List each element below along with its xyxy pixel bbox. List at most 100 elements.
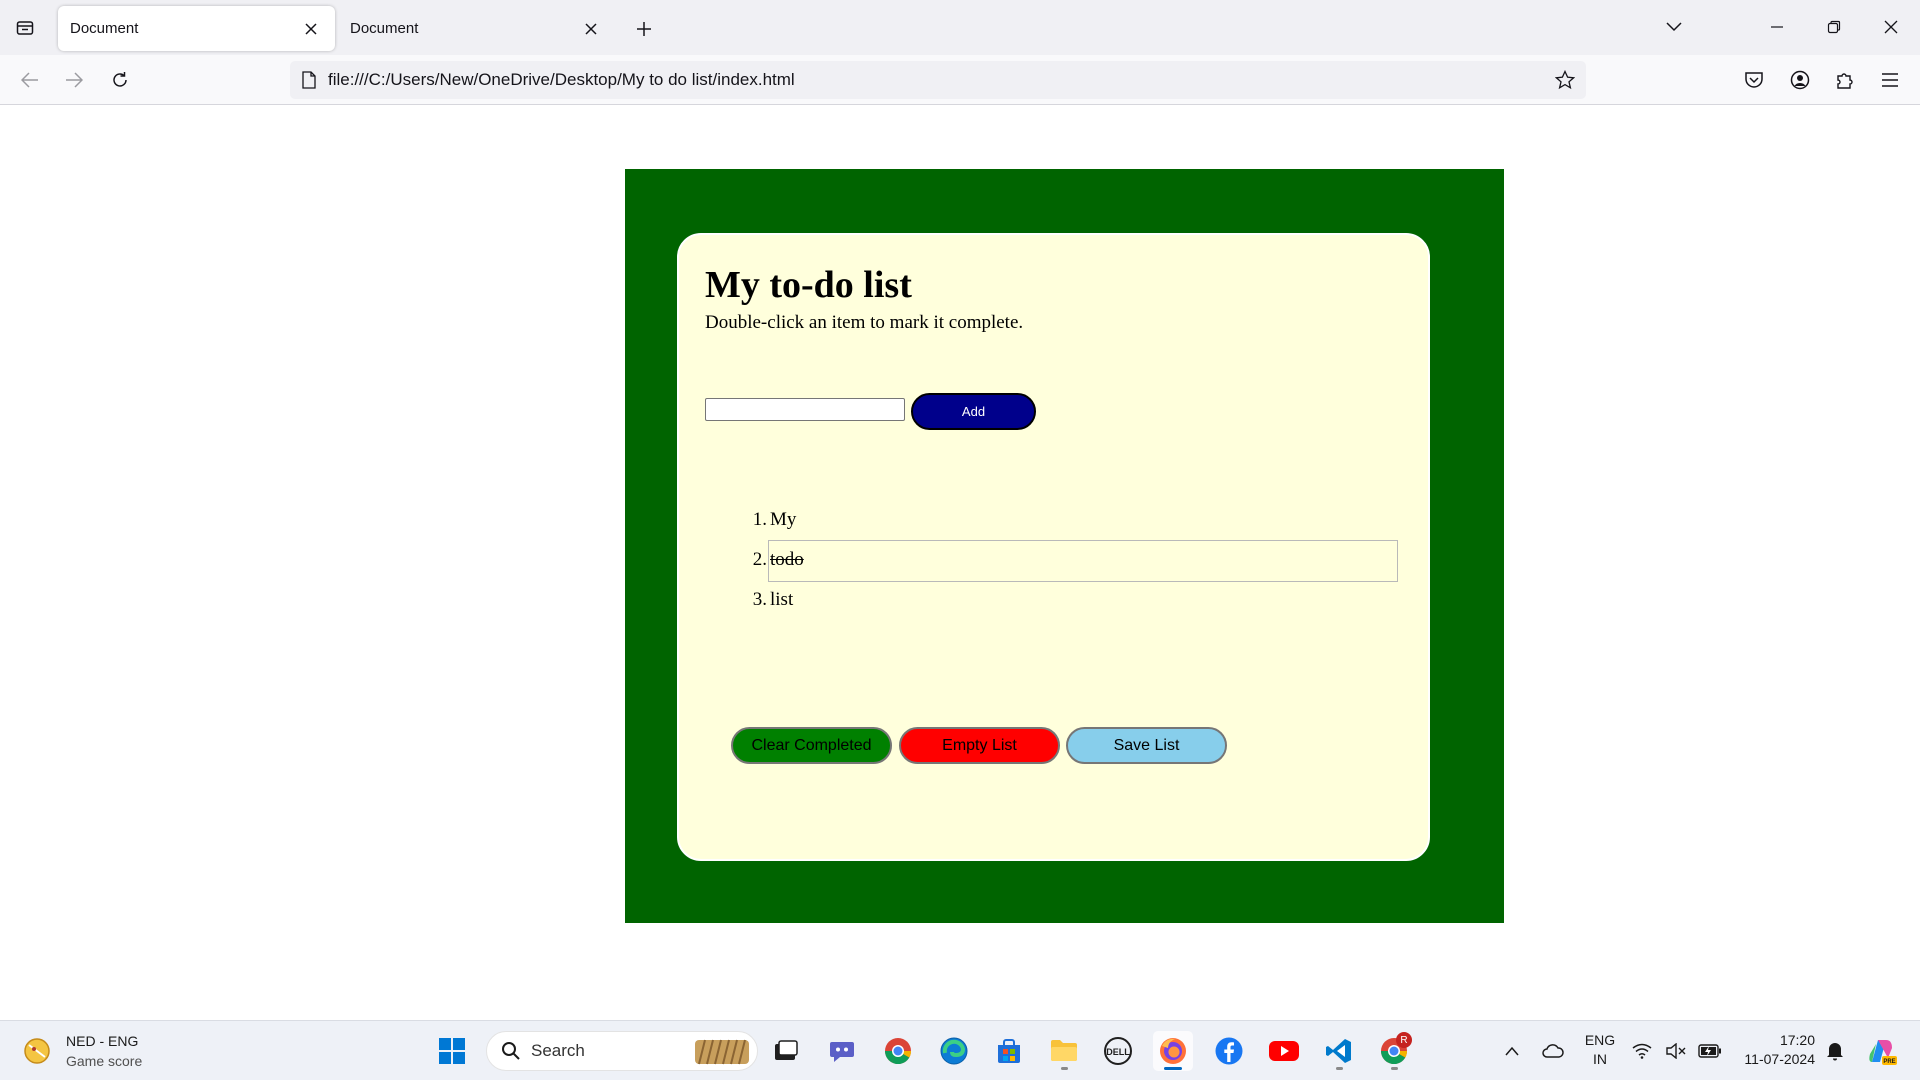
bell-icon [1827, 1043, 1843, 1061]
address-bar[interactable]: file:///C:/Users/New/OneDrive/Desktop/My… [290, 61, 1586, 99]
todo-item[interactable]: 3. list [719, 580, 1389, 620]
copilot-button[interactable]: PRE [1862, 1031, 1902, 1071]
task-view-icon [775, 1040, 798, 1060]
task-view-button[interactable] [766, 1031, 806, 1071]
item-text: My [770, 509, 797, 530]
volume-button[interactable] [1661, 1031, 1691, 1071]
language-code: ENG [1584, 1032, 1616, 1048]
search-label: Search [531, 1041, 585, 1060]
back-arrow-icon [21, 72, 38, 88]
chrome-button[interactable] [878, 1031, 918, 1071]
navigation-toolbar: file:///C:/Users/New/OneDrive/Desktop/My… [0, 55, 1920, 105]
close-icon [305, 22, 317, 35]
chrome-profile-button[interactable]: R [1374, 1031, 1414, 1071]
tab-overflow-button[interactable] [1656, 10, 1692, 44]
taskbar-search[interactable]: Search [486, 1031, 758, 1071]
onedrive-button[interactable] [1533, 1031, 1573, 1071]
item-text: list [770, 589, 794, 610]
chevron-down-icon [1666, 22, 1682, 32]
tab-title: Document [70, 20, 139, 37]
tab-close-button[interactable] [299, 17, 323, 41]
dell-logo-icon: DELL [1104, 1037, 1132, 1065]
tab-list-icon [16, 21, 34, 35]
firefox-button[interactable] [1153, 1031, 1193, 1071]
dell-button[interactable]: DELL [1098, 1031, 1138, 1071]
cloud-icon [1542, 1044, 1564, 1058]
store-icon [998, 1039, 1020, 1063]
facebook-button[interactable] [1209, 1031, 1249, 1071]
todo-item[interactable]: 1. My [719, 500, 1389, 540]
language-region: IN [1593, 1051, 1607, 1067]
reload-button[interactable] [104, 65, 136, 95]
forward-arrow-icon [66, 72, 83, 88]
teams-button[interactable] [822, 1031, 862, 1071]
youtube-button[interactable] [1264, 1031, 1304, 1071]
forward-button[interactable] [58, 65, 90, 95]
todo-item-completed[interactable]: 2. todo [719, 540, 1398, 582]
item-number: 1. [752, 509, 767, 530]
close-icon [1884, 20, 1898, 34]
page-title: My to-do list [705, 264, 912, 306]
start-button[interactable] [432, 1031, 472, 1071]
new-item-input[interactable] [705, 398, 905, 421]
wifi-icon [1632, 1043, 1652, 1059]
restore-icon [1827, 20, 1841, 34]
tab-close-button[interactable] [579, 17, 603, 41]
microsoft-store-button[interactable] [989, 1031, 1029, 1071]
minimize-button[interactable] [1759, 10, 1795, 44]
vscode-button[interactable] [1319, 1031, 1359, 1071]
tab-list-button[interactable] [10, 14, 40, 42]
copilot-icon: PRE [1869, 1040, 1897, 1065]
clock-date: 11-07-2024 [1744, 1051, 1815, 1067]
url-text[interactable]: file:///C:/Users/New/OneDrive/Desktop/My… [328, 70, 1550, 90]
extensions-button[interactable] [1829, 65, 1861, 95]
new-tab-button[interactable] [629, 14, 659, 44]
vscode-icon [1326, 1039, 1351, 1063]
tab-bar: Document Document [0, 0, 1920, 55]
save-list-button[interactable]: Save List [1066, 727, 1227, 764]
close-window-button[interactable] [1873, 10, 1909, 44]
facebook-icon [1215, 1037, 1243, 1065]
weather-title: NED - ENG [66, 1033, 139, 1049]
battery-button[interactable] [1694, 1031, 1726, 1071]
item-number: 3. [752, 589, 767, 610]
wifi-button[interactable] [1627, 1031, 1657, 1071]
weather-widget[interactable]: NED - ENG Game score [22, 1031, 142, 1071]
bookmark-star-button[interactable] [1550, 65, 1580, 95]
svg-text:PRE: PRE [1883, 1059, 1895, 1065]
language-indicator[interactable]: ENG IN [1580, 1031, 1620, 1069]
edge-button[interactable] [934, 1031, 974, 1071]
pocket-button[interactable] [1738, 65, 1770, 95]
account-button[interactable] [1784, 65, 1816, 95]
firefox-icon [1160, 1038, 1186, 1064]
taskbar: NED - ENG Game score Search DELL R ENG I… [0, 1020, 1920, 1080]
reload-icon [113, 72, 127, 87]
add-button[interactable]: Add [911, 393, 1036, 430]
todo-list: 1. My 2. todo 3. list [719, 500, 1398, 620]
tab-document[interactable]: Document [338, 6, 615, 51]
item-text: todo [770, 549, 804, 570]
tab-title: Document [350, 20, 419, 37]
back-button[interactable] [14, 65, 46, 95]
todo-card: My to-do list Double-click an item to ma… [677, 233, 1430, 861]
clear-completed-button[interactable]: Clear Completed [731, 727, 892, 764]
search-highlight-icon [695, 1039, 749, 1065]
close-icon [585, 22, 597, 35]
search-icon [502, 1042, 520, 1060]
page-icon [302, 71, 316, 89]
show-hidden-icons-button[interactable] [1492, 1031, 1532, 1071]
running-indicator [1335, 1067, 1343, 1070]
empty-list-button[interactable]: Empty List [899, 727, 1060, 764]
tab-document-active[interactable]: Document [58, 6, 335, 51]
chrome-icon [884, 1038, 912, 1065]
youtube-icon [1269, 1041, 1299, 1061]
file-explorer-button[interactable] [1044, 1031, 1084, 1071]
windows-logo-icon [439, 1038, 465, 1064]
folder-icon [1051, 1040, 1077, 1061]
minimize-icon [1771, 26, 1783, 28]
restore-button[interactable] [1816, 10, 1852, 44]
clock[interactable]: 17:20 11-07-2024 [1740, 1031, 1815, 1069]
notifications-button[interactable] [1820, 1031, 1850, 1071]
running-indicator [1060, 1067, 1068, 1070]
menu-button[interactable] [1874, 65, 1906, 95]
